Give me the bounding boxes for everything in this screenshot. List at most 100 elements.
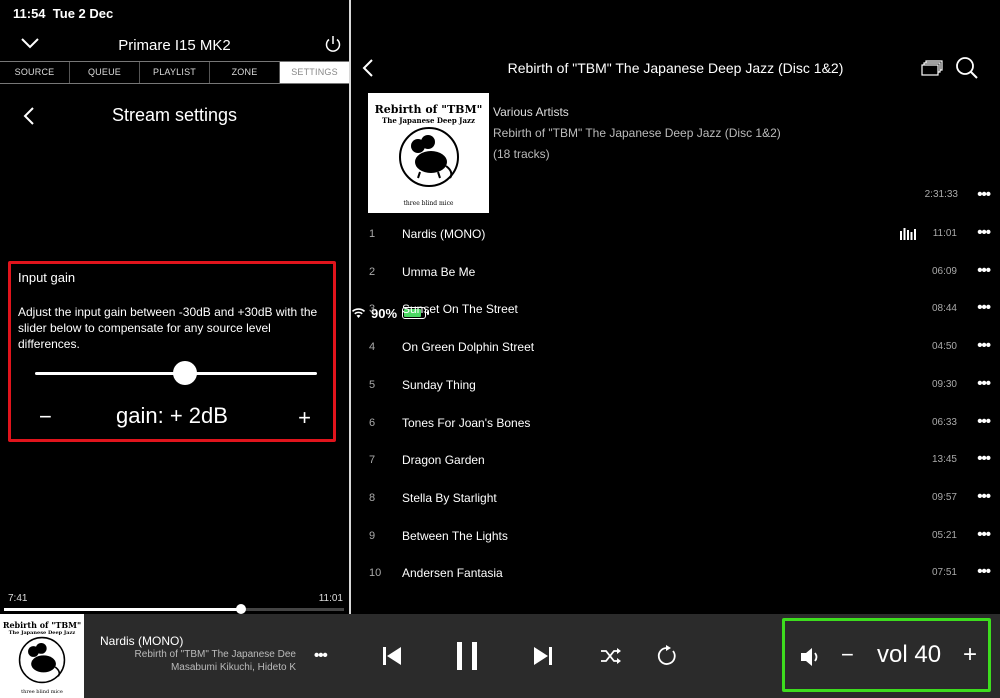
cover-title: Rebirth of "TBM" — [374, 103, 483, 116]
cover-label: three blind mice — [403, 200, 454, 207]
power-icon[interactable] — [323, 34, 343, 54]
mini-cover-title: Rebirth of "TBM" — [2, 620, 82, 630]
progress-thumb[interactable] — [236, 604, 247, 614]
progress-bar[interactable] — [4, 604, 344, 614]
album-meta: Various Artists Rebirth of "TBM" The Jap… — [493, 102, 781, 165]
track-title: Dragon Garden — [402, 453, 485, 468]
track-title: Nardis (MONO) — [402, 227, 486, 241]
tab-bar: SOURCE QUEUE PLAYLIST ZONE SETTINGS — [0, 61, 349, 84]
stream-settings-header: Stream settings — [0, 100, 349, 132]
album-cover: Rebirth of "TBM" The Japanese Deep Jazz … — [368, 93, 489, 213]
tab-zone[interactable]: ZONE — [210, 62, 280, 83]
album-more-button[interactable]: ••• — [977, 187, 991, 202]
tab-queue[interactable]: QUEUE — [70, 62, 140, 83]
track-more-button[interactable]: ••• — [977, 451, 991, 466]
now-playing-title: Nardis (MONO) — [100, 634, 184, 648]
track-duration: 09:30 — [931, 378, 957, 390]
total-time: 11:01 — [318, 593, 343, 604]
track-number: 4 — [369, 341, 376, 354]
track-more-button[interactable]: ••• — [977, 263, 991, 278]
track-row[interactable]: 5 Sunday Thing 09:30 ••• — [351, 369, 1000, 406]
now-playing-album: Rebirth of "TBM" The Japanese Dee — [134, 649, 296, 660]
track-title: On Green Dolphin Street — [402, 340, 535, 355]
elapsed-time: 7:41 — [8, 593, 28, 604]
tab-source[interactable]: SOURCE — [0, 62, 70, 83]
track-more-button[interactable]: ••• — [977, 376, 991, 391]
track-title: Umma Be Me — [402, 264, 476, 279]
track-number: 5 — [369, 378, 376, 391]
track-more-button[interactable]: ••• — [977, 414, 991, 429]
track-number: 2 — [369, 265, 376, 278]
track-duration: 13:45 — [931, 454, 957, 466]
next-icon[interactable] — [533, 646, 553, 666]
pause-icon[interactable] — [456, 641, 478, 671]
track-duration: 11:01 — [932, 228, 957, 239]
volume-control: − vol 40 + — [782, 618, 991, 692]
track-row[interactable]: 10 Andersen Fantasia 07:51 ••• — [351, 557, 1000, 594]
track-row[interactable]: 4 On Green Dolphin Street 04:50 ••• — [351, 331, 1000, 368]
repeat-icon[interactable] — [656, 645, 678, 667]
gain-value: gain: + 2dB — [116, 403, 228, 428]
player-bar: Rebirth of "TBM" The Japanese Deep Jazz … — [0, 614, 1000, 698]
input-gain-description: Adjust the input gain between -30dB and … — [18, 305, 318, 351]
progress-fill — [4, 608, 242, 611]
now-playing-cover[interactable]: Rebirth of "TBM" The Japanese Deep Jazz … — [0, 614, 84, 698]
track-duration: 05:21 — [931, 529, 957, 541]
settings-pane: Primare I15 MK2 SOURCE QUEUE PLAYLIST ZO… — [0, 0, 349, 614]
gain-slider-thumb[interactable] — [173, 361, 198, 385]
track-row[interactable]: 6 Tones For Joan's Bones 06:33 ••• — [351, 407, 1000, 444]
tab-playlist[interactable]: PLAYLIST — [140, 62, 210, 83]
track-more-button[interactable]: ••• — [977, 300, 991, 315]
device-bar: Primare I15 MK2 — [0, 30, 349, 60]
gain-increase-button[interactable]: + — [298, 405, 311, 431]
track-number: 9 — [369, 529, 376, 542]
track-more-button[interactable]: ••• — [977, 225, 991, 240]
volume-level: vol 40 — [877, 641, 942, 668]
volume-up-button[interactable]: + — [963, 641, 977, 669]
volume-down-button[interactable]: − — [841, 642, 854, 668]
now-playing-icon — [900, 228, 916, 240]
now-playing-artists: Masabumi Kikuchi, Hideto K — [170, 662, 296, 673]
track-row[interactable]: 8 Stella By Starlight 09:57 ••• — [351, 482, 1000, 519]
track-duration: 09:57 — [931, 491, 957, 503]
page-title: Stream settings — [111, 105, 238, 125]
album-header-title: Rebirth of "TBM" The Japanese Deep Jazz … — [507, 60, 844, 76]
tab-settings[interactable]: SETTINGS — [280, 62, 349, 83]
track-more-button[interactable]: ••• — [977, 564, 991, 579]
now-playing-more-button[interactable]: ••• — [314, 648, 328, 663]
shuffle-icon[interactable] — [600, 647, 622, 665]
track-title: Between The Lights — [402, 528, 508, 543]
track-more-button[interactable]: ••• — [977, 338, 991, 353]
album-artist[interactable]: Various Artists — [493, 102, 781, 123]
track-row[interactable]: 1 Nardis (MONO) 11:01 ••• — [351, 218, 1000, 255]
device-name: Primare I15 MK2 — [118, 37, 231, 54]
track-more-button[interactable]: ••• — [977, 489, 991, 504]
track-title: Tones For Joan's Bones — [402, 415, 531, 430]
mouse-illustration — [399, 127, 459, 187]
speaker-icon[interactable] — [800, 647, 822, 667]
cover-subtitle: The Japanese Deep Jazz — [382, 116, 475, 125]
track-duration: 08:44 — [931, 303, 957, 315]
track-number: 7 — [369, 454, 376, 467]
track-duration: 06:09 — [931, 265, 957, 277]
track-title: Stella By Starlight — [402, 490, 497, 505]
track-row[interactable]: 9 Between The Lights 05:21 ••• — [351, 520, 1000, 557]
track-row[interactable]: 3 Sunset On The Street 08:44 ••• — [351, 293, 1000, 330]
album-header: Rebirth of "TBM" The Japanese Deep Jazz … — [351, 52, 1000, 84]
mouse-illustration — [18, 636, 66, 684]
track-duration: 04:50 — [931, 341, 957, 353]
track-more-button[interactable]: ••• — [977, 527, 991, 542]
stack-icon[interactable] — [921, 60, 943, 76]
mini-cover-label: three blind mice — [21, 689, 63, 695]
now-playing-info[interactable]: Nardis (MONO) Rebirth of "TBM" The Japan… — [100, 634, 296, 674]
previous-icon[interactable] — [382, 646, 402, 666]
track-number: 8 — [369, 491, 376, 504]
track-row[interactable]: 2 Umma Be Me 06:09 ••• — [351, 256, 1000, 293]
track-title: Sunday Thing — [402, 377, 476, 392]
track-duration: 07:51 — [931, 567, 957, 579]
search-icon[interactable] — [955, 56, 979, 80]
track-number: 1 — [369, 228, 376, 240]
input-gain-title: Input gain — [18, 270, 76, 285]
track-row[interactable]: 7 Dragon Garden 13:45 ••• — [351, 444, 1000, 481]
album-duration: 2:31:33 — [924, 189, 958, 200]
